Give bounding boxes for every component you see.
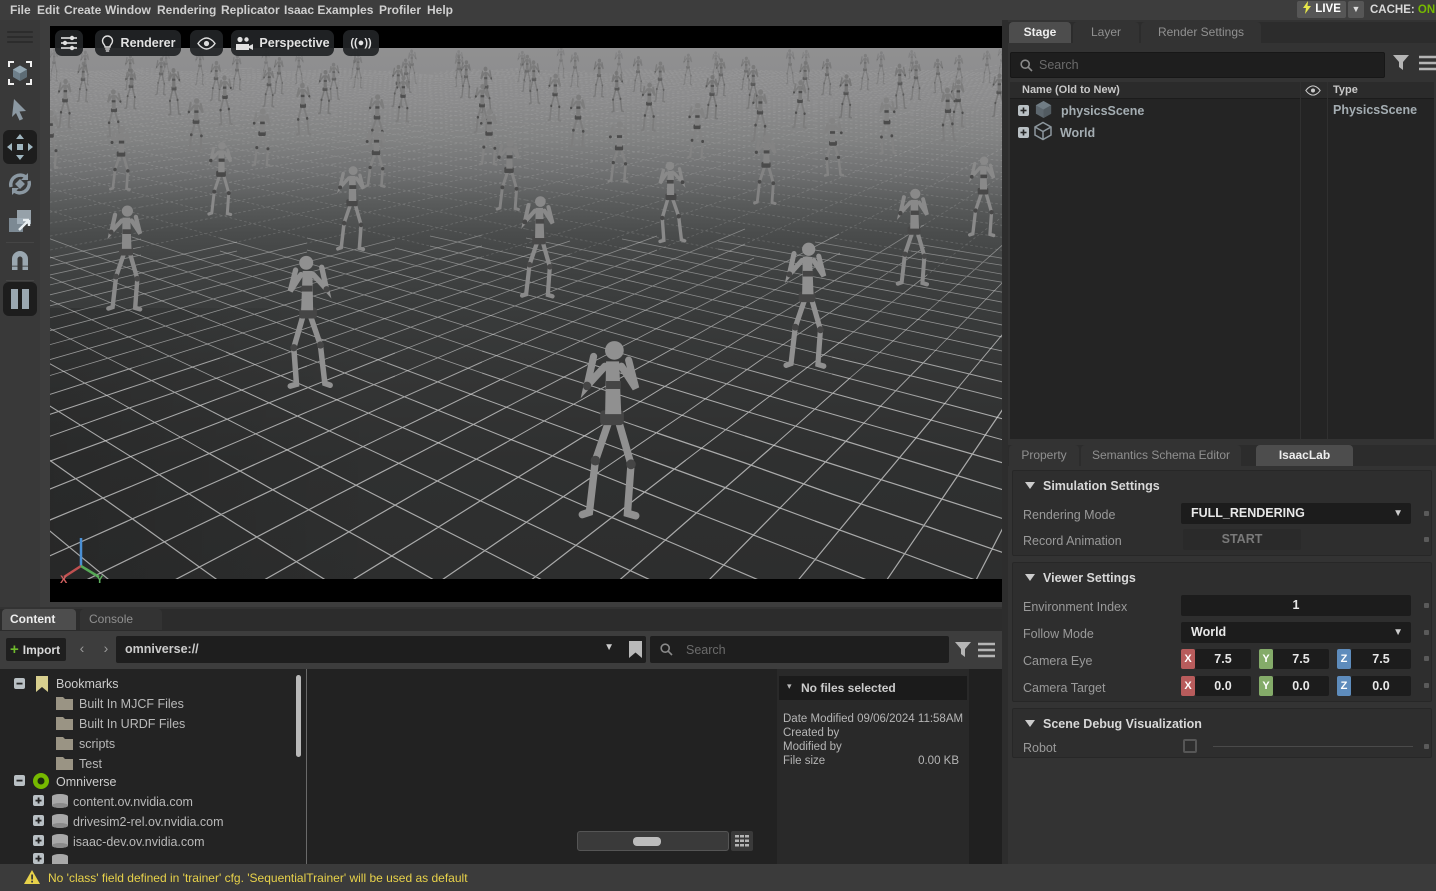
svg-text:content.ov.nvidia.com: content.ov.nvidia.com bbox=[73, 795, 193, 809]
svg-text:Built In URDF Files: Built In URDF Files bbox=[79, 717, 185, 731]
svg-text:scripts: scripts bbox=[79, 737, 115, 751]
svg-text:Test: Test bbox=[79, 757, 102, 771]
svg-text:Bookmarks: Bookmarks bbox=[56, 677, 119, 691]
svg-text:drivesim2-rel.ov.nvidia.com: drivesim2-rel.ov.nvidia.com bbox=[73, 815, 224, 829]
svg-text:Built In MJCF Files: Built In MJCF Files bbox=[79, 697, 184, 711]
svg-text:Omniverse: Omniverse bbox=[56, 775, 116, 789]
svg-text:isaac-dev.ov.nvidia.com: isaac-dev.ov.nvidia.com bbox=[73, 835, 205, 849]
svg-text:Y: Y bbox=[96, 574, 104, 585]
svg-text:X: X bbox=[60, 574, 68, 585]
